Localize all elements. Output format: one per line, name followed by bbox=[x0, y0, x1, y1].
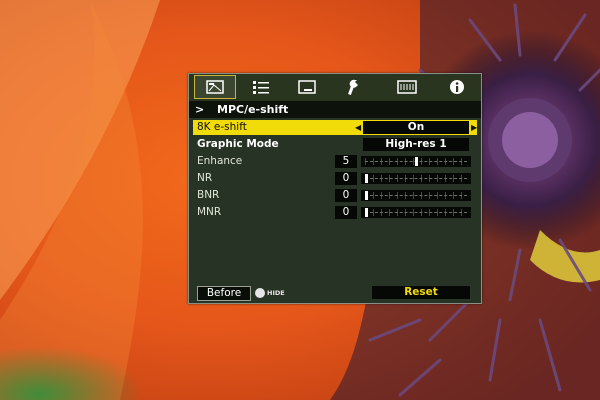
mnr-value: 0 bbox=[335, 206, 357, 219]
slider-track bbox=[365, 178, 467, 179]
picture-adjust-icon bbox=[206, 80, 224, 94]
tab-picture-adjust[interactable] bbox=[194, 75, 236, 99]
tab-information[interactable] bbox=[437, 76, 477, 98]
graphic-mode-value: High-res 1 bbox=[363, 138, 469, 151]
setting-label: Enhance bbox=[197, 155, 243, 167]
tab-installation[interactable] bbox=[287, 76, 327, 98]
slider-thumb[interactable] bbox=[365, 174, 368, 183]
tab-input-settings[interactable] bbox=[241, 76, 281, 98]
hide-label: HIDE bbox=[267, 289, 285, 297]
slider-track bbox=[365, 212, 467, 213]
setting-label: 8K e-shift bbox=[197, 121, 247, 133]
bnr-value: 0 bbox=[335, 189, 357, 202]
information-icon bbox=[450, 80, 464, 94]
slider-thumb[interactable] bbox=[365, 191, 368, 200]
before-button[interactable]: Before bbox=[197, 286, 251, 301]
tab-display-setup[interactable] bbox=[387, 76, 427, 98]
slider-thumb[interactable] bbox=[365, 208, 368, 217]
menu-title: MPC/e-shift bbox=[217, 103, 289, 116]
eshift-value: On bbox=[363, 121, 469, 134]
reset-button[interactable]: Reset bbox=[371, 285, 471, 300]
function-wrench-icon bbox=[348, 79, 358, 95]
menu-tab-bar bbox=[189, 74, 481, 101]
setting-row-8k-eshift[interactable]: 8K e-shift ◀ On ▶ bbox=[193, 120, 477, 135]
bnr-slider[interactable] bbox=[361, 190, 471, 201]
setting-row-graphic-mode[interactable]: Graphic Mode High-res 1 bbox=[193, 137, 477, 152]
setting-row-bnr[interactable]: BNR 0 bbox=[193, 188, 477, 203]
enhance-slider[interactable] bbox=[361, 156, 471, 167]
display-setup-icon bbox=[397, 80, 417, 94]
setting-row-nr[interactable]: NR 0 bbox=[193, 171, 477, 186]
nr-slider[interactable] bbox=[361, 173, 471, 184]
setting-label: MNR bbox=[197, 206, 222, 218]
setting-label: Graphic Mode bbox=[197, 138, 279, 150]
enhance-value: 5 bbox=[335, 155, 357, 168]
breadcrumb-chevron: > bbox=[195, 103, 205, 116]
slider-track bbox=[365, 195, 467, 196]
left-arrow-icon[interactable]: ◀ bbox=[355, 120, 361, 135]
installation-icon bbox=[298, 80, 316, 94]
menu-title-bar: > MPC/e-shift bbox=[189, 101, 481, 118]
right-arrow-icon[interactable]: ▶ bbox=[471, 120, 477, 135]
tab-function[interactable] bbox=[333, 76, 373, 98]
osd-menu-window: > MPC/e-shift 8K e-shift ◀ On ▶ Graphic … bbox=[188, 73, 482, 304]
setting-label: NR bbox=[197, 172, 213, 184]
nr-value: 0 bbox=[335, 172, 357, 185]
setting-label: BNR bbox=[197, 189, 220, 201]
hide-circle-icon bbox=[255, 288, 265, 298]
setting-row-enhance[interactable]: Enhance 5 bbox=[193, 154, 477, 169]
slider-thumb[interactable] bbox=[415, 157, 418, 166]
setting-row-mnr[interactable]: MNR 0 bbox=[193, 205, 477, 220]
input-settings-icon bbox=[253, 81, 269, 94]
mnr-slider[interactable] bbox=[361, 207, 471, 218]
